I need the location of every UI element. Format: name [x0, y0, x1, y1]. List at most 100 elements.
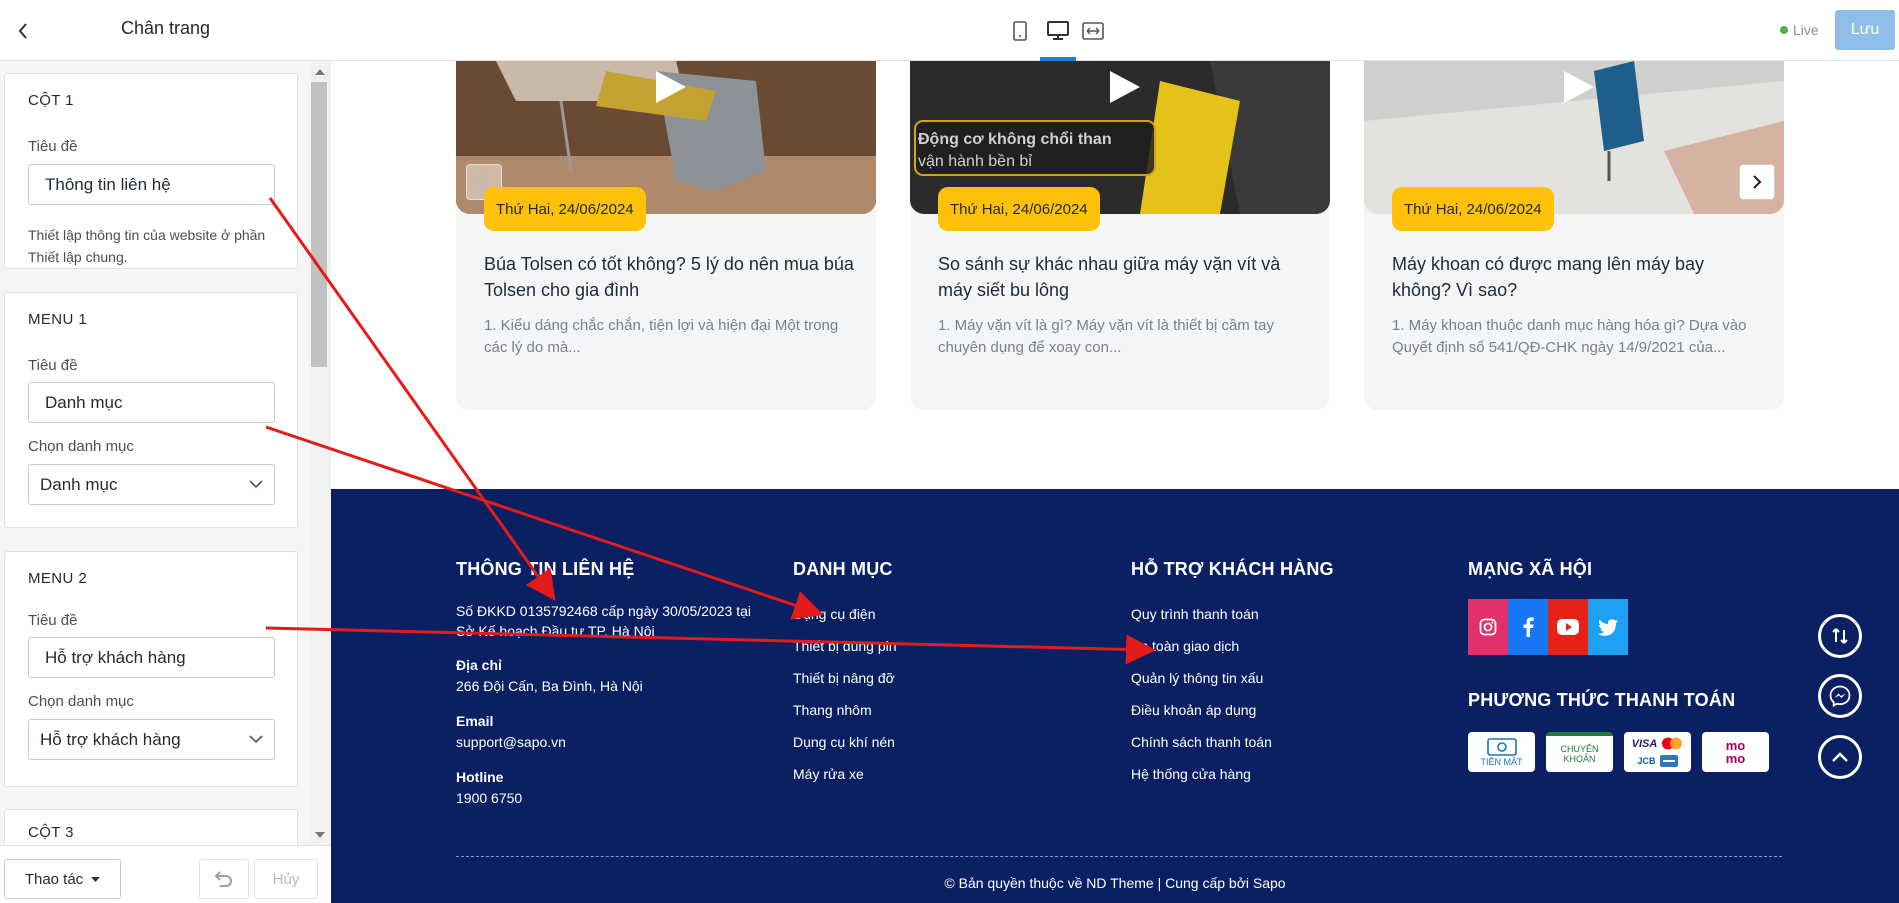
sidebar-scroll-area: CỘT 1 Tiêu đề Thiết lập thông tin của we…	[0, 62, 331, 845]
copyright-text: © Bản quyền thuộc về ND Theme | Cung cấp…	[944, 875, 1286, 891]
blog-date-badge: Thứ Hai, 24/06/2024	[1392, 187, 1554, 231]
visa-label: VISA	[1631, 737, 1658, 750]
blog-title[interactable]: Máy khoan có được mang lên máy bay không…	[1392, 251, 1767, 303]
footer-category-link[interactable]: Máy rửa xe	[793, 766, 864, 782]
compare-count-badge: 1	[1861, 606, 1868, 618]
footer-support-link[interactable]: Điều khoản áp dụng	[1131, 702, 1256, 718]
footer-category-link[interactable]: Thang nhôm	[793, 702, 872, 718]
slider-next-button[interactable]	[1739, 164, 1775, 200]
bank-transfer-badge: CHUYỂN KHOẢN	[1546, 732, 1613, 772]
facebook-button[interactable]	[1508, 599, 1548, 655]
email-label: Email	[456, 713, 494, 729]
instagram-button[interactable]	[1468, 599, 1508, 655]
blog-card[interactable]: Động cơ không chổi than vận hành bền bỉ …	[910, 61, 1330, 410]
footer-category-link[interactable]: Thiết bị dùng pin	[793, 638, 897, 654]
menu1-title-label: Tiêu đề	[28, 357, 78, 374]
image-caption-line1: Động cơ không chổi than	[918, 131, 1112, 148]
col1-card: CỘT 1 Tiêu đề Thiết lập thông tin của we…	[4, 73, 298, 269]
menu2-select-value: Hỗ trợ khách hàng	[40, 729, 181, 749]
footer-category-link[interactable]: Dụng cụ khí nén	[793, 734, 895, 750]
col1-card-title: CỘT 1	[28, 92, 74, 109]
sidebar-header: Chân trang	[0, 0, 331, 61]
save-button[interactable]: Lưu	[1835, 10, 1895, 50]
footer-support-link[interactable]: An toàn giao dịch	[1131, 638, 1239, 654]
support-heading: HỖ TRỢ KHÁCH HÀNG	[1131, 559, 1334, 579]
blog-title[interactable]: So sánh sự khác nhau giữa máy vặn vít và…	[938, 251, 1313, 303]
actions-dropdown-button[interactable]: Thao tác	[4, 859, 121, 899]
email-link[interactable]: support@sapo.vn	[456, 734, 566, 750]
chevron-left-icon	[479, 175, 488, 189]
instagram-icon	[1479, 618, 1497, 636]
actions-label: Thao tác	[24, 870, 84, 888]
payment-heading: PHƯƠNG THỨC THANH TOÁN	[1468, 690, 1736, 710]
caret-down-icon	[91, 876, 101, 882]
blog-date-badge: Thứ Hai, 24/06/2024	[938, 187, 1100, 231]
momo-payment-badge: mo mo	[1702, 732, 1769, 772]
menu2-title-input[interactable]	[28, 637, 275, 678]
chevron-right-icon	[1753, 175, 1762, 189]
blog-title[interactable]: Búa Tolsen có tốt không? 5 lý do nên mua…	[484, 251, 859, 303]
twitter-button[interactable]	[1588, 599, 1628, 655]
blog-excerpt: 1. Máy khoan thuộc danh mục hàng hóa gì?…	[1392, 317, 1747, 356]
hotline-link[interactable]: 1900 6750	[456, 790, 522, 806]
youtube-icon	[1557, 619, 1579, 635]
image-caption-line2: vận hành bền bỉ	[918, 153, 1032, 170]
menu2-select-label: Chọn danh mục	[28, 693, 134, 710]
menu1-title-input[interactable]	[28, 382, 275, 423]
mobile-icon	[1013, 21, 1027, 41]
cash-icon	[1486, 737, 1517, 756]
menu1-category-select[interactable]: Danh mục	[28, 464, 275, 505]
col3-card-title: CỘT 3	[28, 824, 74, 841]
mobile-view-button[interactable]	[1007, 18, 1033, 44]
editor-sidebar: Chân trang CỘT 1 Tiêu đề Thiết lập thông…	[0, 0, 331, 903]
menu2-category-select[interactable]: Hỗ trợ khách hàng	[28, 719, 275, 760]
blog-card[interactable]: Thứ Hai, 24/06/2024 Máy khoan có được ma…	[1364, 61, 1784, 410]
hotline-label: Hotline	[456, 769, 504, 785]
sidebar-scrollbar[interactable]	[311, 62, 331, 845]
footer-category-link[interactable]: Dụng cụ điện	[793, 606, 876, 622]
footer-support-link[interactable]: Chính sách thanh toán	[1131, 734, 1272, 750]
menu2-card: MENU 2 Tiêu đề Chọn danh mục Hỗ trợ khác…	[4, 551, 298, 787]
footer-category-link[interactable]: Thiết bị nâng đỡ	[793, 670, 895, 686]
cash-label: TIỀN MẶT	[1480, 756, 1523, 767]
undo-button[interactable]	[199, 859, 249, 899]
transfer-label-line1: CHUYỂN	[1560, 744, 1599, 754]
desktop-view-button[interactable]	[1045, 18, 1071, 44]
messenger-float-button[interactable]	[1818, 674, 1862, 718]
blog-date-badge: Thứ Hai, 24/06/2024	[484, 187, 646, 231]
col1-title-input[interactable]	[28, 164, 275, 205]
social-heading: MẠNG XÃ HỘI	[1468, 559, 1593, 579]
cash-payment-badge: TIỀN MẶT	[1468, 732, 1535, 772]
play-icon	[656, 71, 686, 103]
compare-float-button[interactable]	[1818, 614, 1862, 658]
scroll-down-arrow-icon[interactable]	[315, 832, 325, 838]
sidebar-footer: Thao tác Hủy	[0, 845, 331, 903]
facebook-icon	[1523, 617, 1534, 637]
scroll-to-top-button[interactable]	[1818, 735, 1862, 779]
cancel-button[interactable]: Hủy	[254, 859, 318, 899]
store-preview: Thứ Hai, 24/06/2024 Búa Tolsen có tốt kh…	[331, 61, 1899, 903]
live-label: Live	[1793, 22, 1819, 38]
footer-support-link[interactable]: Quy trình thanh toán	[1131, 606, 1259, 622]
youtube-button[interactable]	[1548, 599, 1588, 655]
twitter-icon	[1598, 618, 1618, 636]
footer-support-link[interactable]: Quản lý thông tin xấu	[1131, 670, 1263, 686]
footer-support-link[interactable]: Hệ thống cửa hàng	[1131, 766, 1251, 782]
sidebar-title: Chân trang	[120, 18, 211, 38]
chevron-down-icon	[249, 480, 263, 489]
desktop-icon	[1047, 21, 1069, 40]
play-icon	[1564, 71, 1594, 103]
blog-excerpt: 1. Máy vặn vít là gì? Máy vặn vít là thi…	[938, 317, 1274, 356]
address-value: 266 Đội Cấn, Ba Đình, Hà Nội	[456, 678, 643, 694]
fullwidth-view-button[interactable]	[1080, 18, 1106, 44]
col3-card: CỘT 3	[4, 809, 298, 845]
live-dot-icon	[1780, 26, 1788, 34]
blog-card[interactable]: Thứ Hai, 24/06/2024 Búa Tolsen có tốt kh…	[456, 61, 876, 410]
contact-heading: THÔNG TIN LIÊN HỆ	[456, 559, 635, 579]
swap-icon	[1832, 628, 1848, 644]
scrollbar-thumb[interactable]	[311, 82, 327, 367]
address-label: Địa chỉ	[456, 657, 502, 673]
menu2-title-label: Tiêu đề	[28, 612, 78, 629]
amex-icon	[1659, 754, 1678, 767]
scroll-up-arrow-icon[interactable]	[315, 69, 325, 75]
